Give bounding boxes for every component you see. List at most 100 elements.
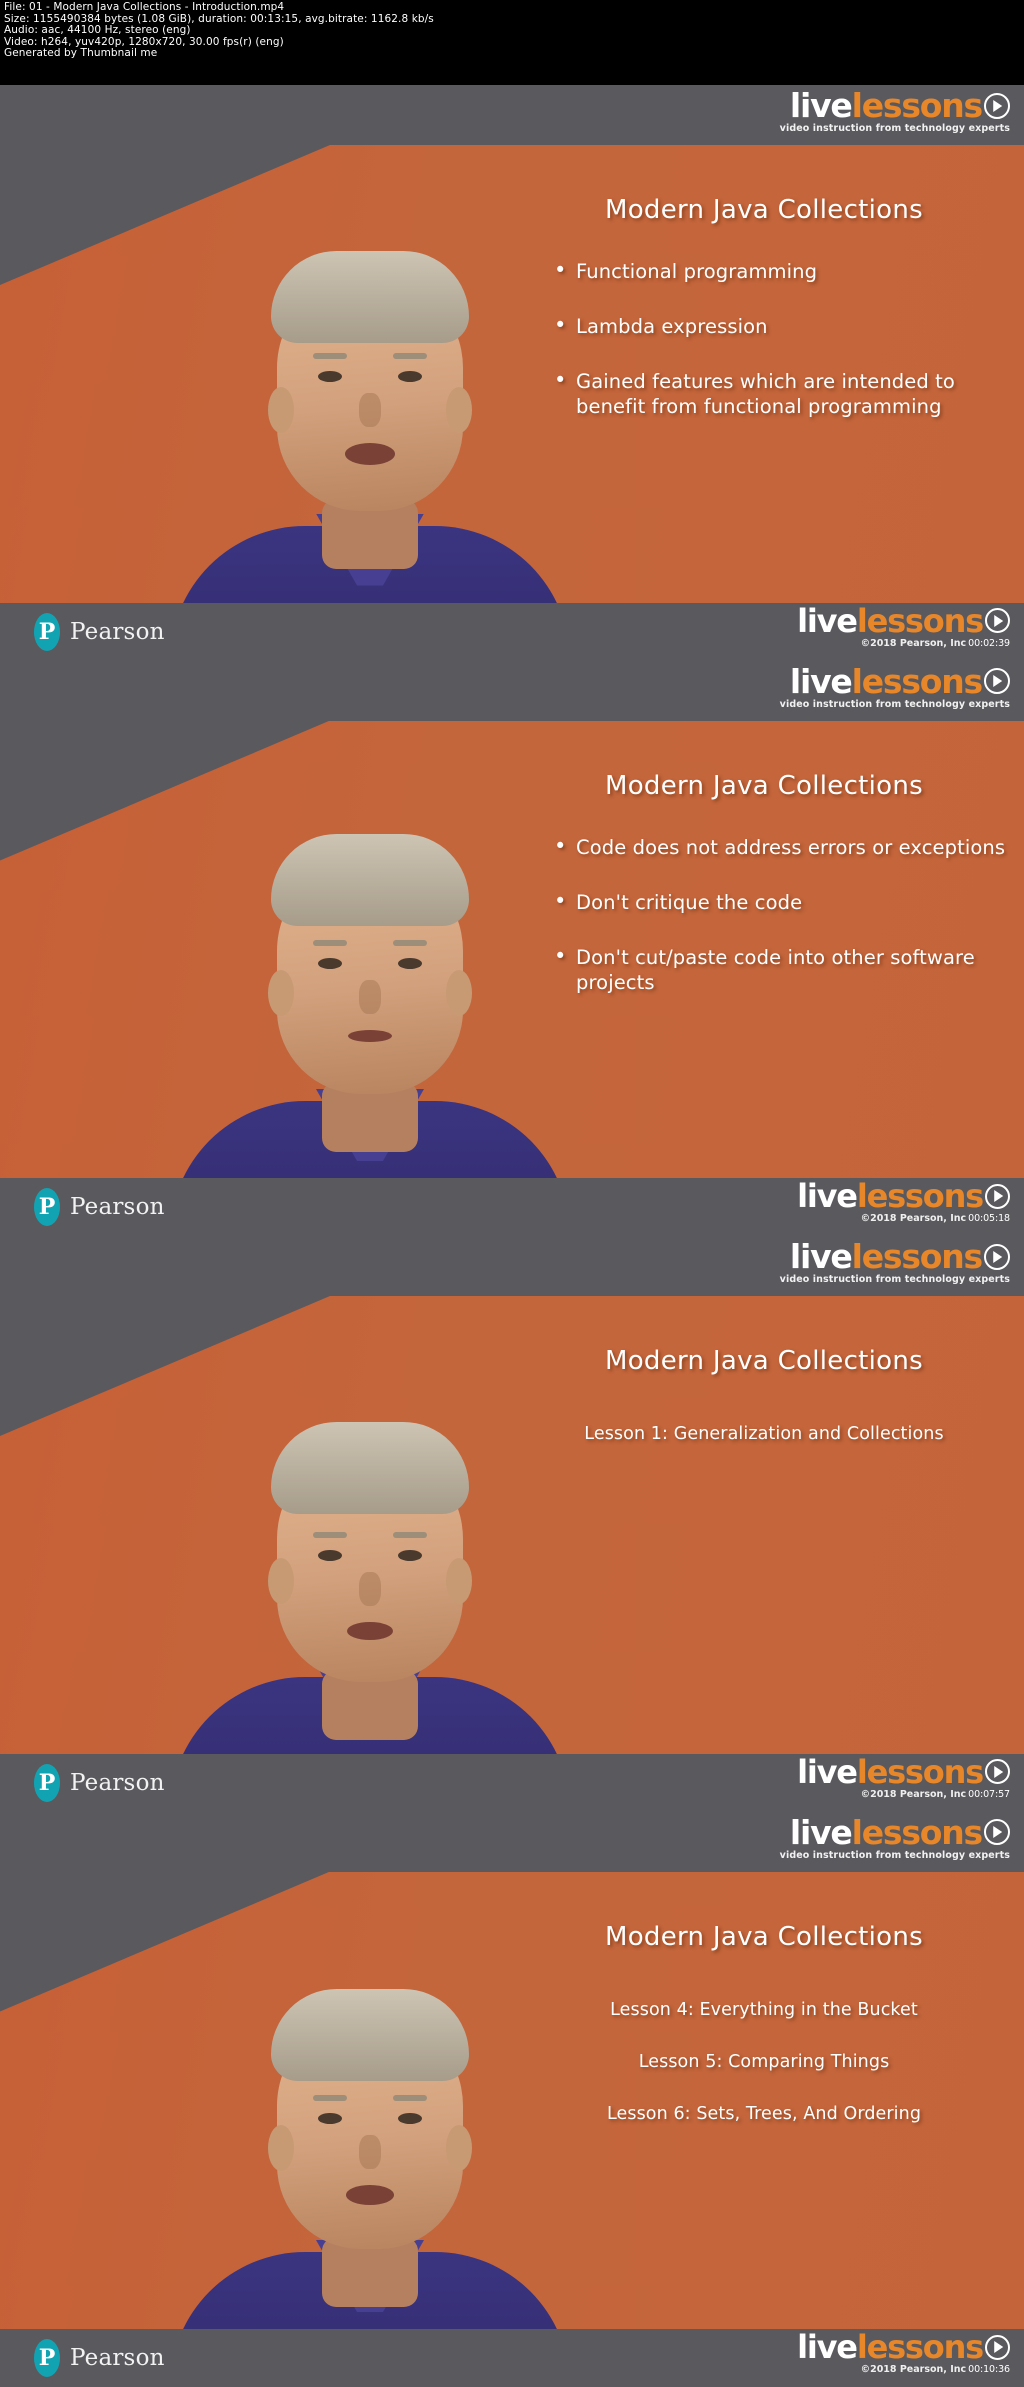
slide-artwork: Modern Java Collections Lesson 4: Everyt…	[0, 1871, 1024, 2387]
livelessons-logo: live lessons video instruction from techn…	[780, 89, 1010, 134]
presenter-brow-left	[313, 352, 347, 359]
pearson-logo: P Pearson	[34, 612, 165, 651]
presenter-ear-right	[446, 970, 472, 1016]
play-circle-icon	[985, 1759, 1010, 1784]
presenter-brow-left	[313, 1531, 347, 1538]
livelessons-tagline: video instruction from technology expert…	[779, 698, 1010, 710]
copyright-text: ©2018 Pearson, Inc	[860, 1788, 967, 1800]
slide-bottom-banner: P Pearson live lessons ©2018 Pearson, Inc…	[0, 2329, 1024, 2387]
presenter-nose	[359, 392, 381, 427]
presenter-eye-left	[318, 1549, 342, 1561]
livelessons-lessons-text: lessons	[856, 1752, 984, 1791]
presenter-hair	[271, 250, 469, 343]
presenter-brow-right	[393, 2095, 427, 2101]
pearson-wordmark: Pearson	[70, 2345, 165, 2371]
pearson-mark-icon: P	[34, 1188, 60, 1226]
presenter-eye-right	[398, 958, 422, 969]
slide-bullet: Lambda expression	[554, 313, 1008, 339]
pearson-wordmark: Pearson	[70, 1769, 165, 1796]
pearson-mark-icon: P	[34, 1763, 60, 1802]
livelessons-lessons-text: lessons	[851, 86, 984, 125]
slide-text-column: Modern Java Collections Functional progr…	[520, 145, 1008, 661]
presenter-brow-right	[393, 940, 427, 946]
livelessons-live-text: live	[797, 1752, 858, 1791]
info-line-file: File: 01 - Modern Java Collections - Int…	[4, 1, 285, 13]
presenter-figure	[160, 721, 580, 1236]
livelessons-lessons-text: lessons	[856, 601, 984, 640]
play-circle-icon	[985, 608, 1010, 633]
pearson-logo: P Pearson	[34, 1763, 165, 1802]
presenter-eye-right	[398, 1549, 422, 1561]
play-circle-icon	[984, 92, 1010, 119]
livelessons-logo: live lessons video instruction from techn…	[780, 1240, 1010, 1285]
presenter-ear-left	[268, 970, 294, 1016]
slide-bullet: Code does not address errors or exceptio…	[554, 834, 1008, 860]
presenter-nose	[359, 980, 381, 1014]
play-circle-icon	[984, 1819, 1010, 1845]
frame-timestamp: 00:02:39	[968, 637, 1010, 649]
slide-lesson-line: Lesson 5: Comparing Things	[638, 2051, 890, 2072]
presenter-eye-right	[398, 370, 422, 382]
slide-artwork: Modern Java Collections Lesson 1: Genera…	[0, 1296, 1024, 1812]
pearson-mark-icon: P	[34, 2339, 60, 2377]
slide-bullet: Functional programming	[554, 258, 1008, 284]
presenter-eye-left	[318, 370, 342, 382]
livelessons-live-text: live	[789, 86, 853, 125]
presenter-hair	[271, 834, 469, 926]
livelessons-tagline: video instruction from technology expert…	[779, 123, 1010, 134]
presenter-brow-right	[393, 1531, 427, 1538]
livelessons-live-text: live	[789, 1237, 853, 1276]
livelessons-logo: live lessons video instruction from techn…	[780, 665, 1010, 710]
thumbnail-frame[interactable]: live lessons video instruction from techn…	[0, 660, 1024, 1237]
livelessons-wordmark: live lessons	[780, 1816, 1010, 1849]
presenter-ear-right	[446, 386, 472, 433]
slide-artwork: Modern Java Collections Functional progr…	[0, 145, 1024, 661]
slide-text-column: Modern Java Collections Lesson 1: Genera…	[520, 1296, 1008, 1812]
livelessons-lessons-text: lessons	[851, 1237, 984, 1276]
livelessons-wordmark: live lessons	[797, 2331, 1010, 2363]
presenter-ear-left	[268, 2125, 294, 2171]
presenter-mouth	[346, 2185, 394, 2205]
slide-lesson-line: Lesson 6: Sets, Trees, And Ordering	[606, 2103, 922, 2124]
copyright-text: ©2018 Pearson, Inc	[860, 2364, 967, 2375]
video-info-header: File: 01 - Modern Java Collections - Int…	[0, 0, 1024, 85]
presenter-mouth	[347, 1621, 393, 1640]
thumbnail-frame[interactable]: live lessons video instruction from techn…	[0, 1236, 1024, 1812]
pearson-mark-icon: P	[34, 612, 60, 651]
slide-bullet: Don't critique the code	[554, 889, 1008, 915]
slide-title: Modern Java Collections	[604, 1921, 924, 1952]
presenter-ear-left	[268, 386, 294, 433]
presenter-brow-left	[313, 940, 347, 946]
livelessons-live-text: live	[797, 601, 858, 640]
livelessons-wordmark: live lessons	[797, 605, 1010, 637]
presenter-figure	[160, 1872, 580, 2387]
slide-bottom-banner: P Pearson live lessons ©2018 Pearson, Inc…	[0, 1178, 1024, 1236]
livelessons-logo: live lessons ©2018 Pearson, Inc 00:05:18	[797, 1180, 1010, 1224]
slide-bottom-banner: P Pearson live lessons ©2018 Pearson, Inc…	[0, 1753, 1024, 1812]
presenter-ear-right	[446, 1557, 472, 1604]
presenter-mouth	[348, 1030, 392, 1042]
slide-lesson-line: Lesson 4: Everything in the Bucket	[610, 1999, 918, 2020]
livelessons-lessons-text: lessons	[856, 2328, 984, 2366]
livelessons-tagline: video instruction from technology expert…	[779, 1274, 1010, 1285]
play-circle-icon	[984, 1243, 1010, 1270]
slide-title: Modern Java Collections	[604, 1346, 924, 1376]
livelessons-live-text: live	[789, 661, 853, 701]
pearson-wordmark: Pearson	[70, 1194, 165, 1220]
livelessons-lessons-text: lessons	[851, 1812, 984, 1852]
slide-bullet: Gained features which are intended to be…	[554, 368, 1008, 419]
thumbnail-frame[interactable]: live lessons video instruction from techn…	[0, 1811, 1024, 2387]
livelessons-wordmark: live lessons	[797, 1180, 1010, 1212]
livelessons-logo: live lessons ©2018 Pearson, Inc 00:07:57	[797, 1756, 1010, 1800]
thumbnail-frame[interactable]: live lessons video instruction from techn…	[0, 85, 1024, 661]
frame-timestamp: 00:05:18	[968, 1213, 1010, 1224]
slide-lesson-list: Lesson 4: Everything in the Bucket Lesson…	[520, 1998, 1008, 2126]
presenter-eye-right	[398, 2113, 422, 2124]
play-circle-icon	[985, 2334, 1010, 2360]
presenter-nose	[359, 1571, 381, 1606]
slide-bottom-banner: P Pearson live lessons ©2018 Pearson, Inc…	[0, 602, 1024, 661]
slide-text-column: Modern Java Collections Code does not ad…	[520, 721, 1008, 1237]
slide-title: Modern Java Collections	[604, 195, 924, 225]
frame-timestamp: 00:10:36	[968, 2364, 1010, 2375]
livelessons-wordmark: live lessons	[780, 89, 1010, 122]
